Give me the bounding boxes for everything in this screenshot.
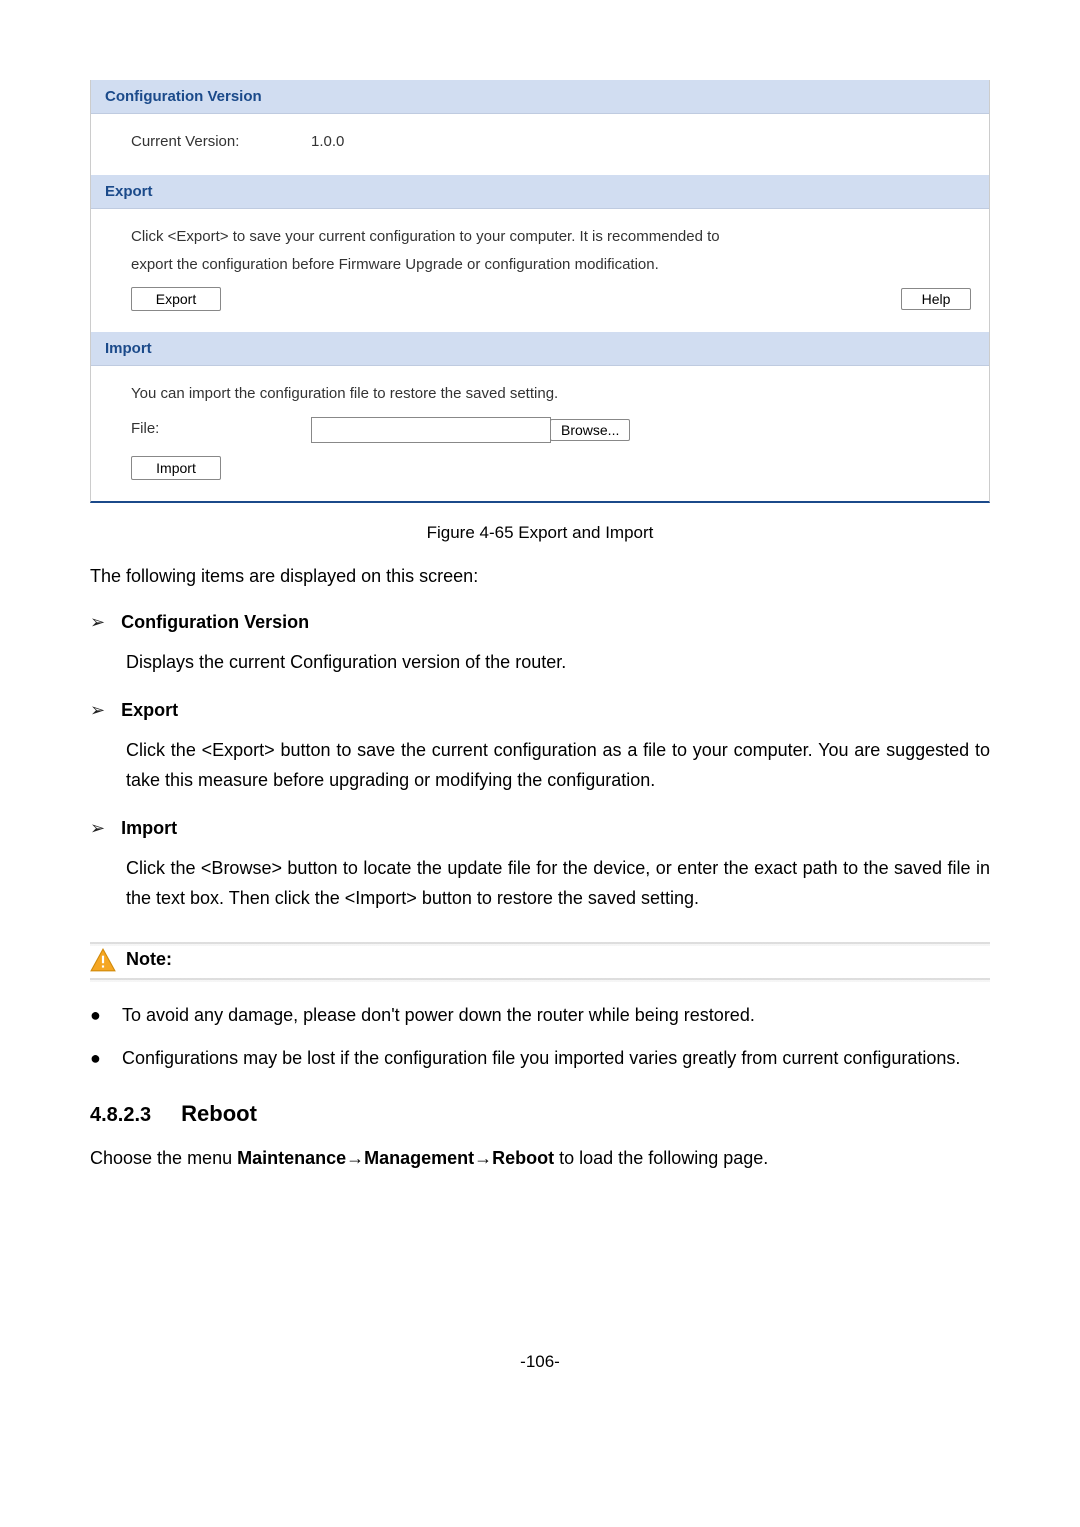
note-bullet-2: Configurations may be lost if the config… [122,1043,960,1074]
note-label: Note: [126,949,172,970]
section-header-export: Export [91,175,989,209]
file-label: File: [131,415,159,444]
arrow-icon: ➢ [90,612,105,633]
section-header-config-version: Configuration Version [91,80,989,114]
section-body-export: Click <Export> to save your current conf… [91,209,989,333]
section-body-config-version: Current Version: 1.0.0 [91,114,989,175]
warning-icon [90,948,116,972]
item-desc-config-version: Displays the current Configuration versi… [126,647,990,678]
note-bullet-1: To avoid any damage, please don't power … [122,1000,755,1031]
item-heading-config-version: ➢ Configuration Version [90,612,990,633]
intro-text: The following items are displayed on thi… [90,563,990,590]
item-heading-export: ➢ Export [90,700,990,721]
section-number: 4.8.2.3 [90,1104,151,1127]
item-desc-export: Click the <Export> button to save the cu… [126,735,990,796]
bullet-icon: ● [90,1000,100,1031]
section-title: Reboot [181,1101,257,1127]
page-number: -106- [90,1352,990,1372]
arrow-icon: ➢ [90,818,105,839]
export-description: Click <Export> to save your current conf… [131,223,751,280]
figure-caption: Figure 4-65 Export and Import [90,523,990,543]
reboot-heading: 4.8.2.3 Reboot [90,1101,990,1127]
item-heading-import: ➢ Import [90,818,990,839]
browse-button[interactable]: Browse... [550,419,630,441]
config-panel: Configuration Version Current Version: 1… [90,80,990,503]
item-desc-import: Click the <Browse> button to locate the … [126,853,990,914]
section-header-import: Import [91,332,989,366]
reboot-text: Choose the menu Maintenance→Management→R… [90,1145,990,1172]
export-button[interactable]: Export [131,287,221,311]
arrow-icon: ➢ [90,700,105,721]
import-description: You can import the configuration file to… [131,380,965,409]
file-path-input[interactable] [311,417,551,443]
item-title: Configuration Version [121,612,309,633]
current-version-label: Current Version: [131,128,311,157]
bullet-icon: ● [90,1043,100,1074]
item-title: Import [121,818,177,839]
item-title: Export [121,700,178,721]
current-version-value: 1.0.0 [311,128,344,157]
section-body-import: You can import the configuration file to… [91,366,989,501]
note-bullets: ● To avoid any damage, please don't powe… [90,1000,990,1073]
help-button[interactable]: Help [901,288,971,310]
import-button[interactable]: Import [131,456,221,480]
